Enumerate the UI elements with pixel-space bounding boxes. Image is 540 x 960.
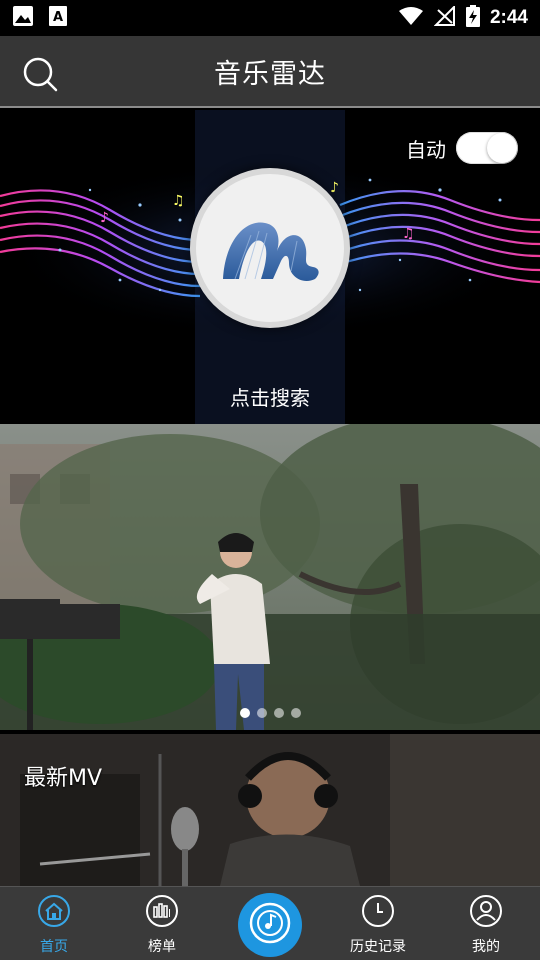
tap-to-search-label[interactable]: 点击搜索 bbox=[0, 382, 540, 411]
nav-charts-label: 榜单 bbox=[148, 939, 176, 955]
nav-charts[interactable]: 榜单 bbox=[108, 887, 216, 960]
carousel-dot[interactable] bbox=[239, 708, 250, 718]
svg-text:♫: ♫ bbox=[402, 226, 415, 242]
auto-label: 自动 bbox=[406, 137, 446, 162]
latest-mv-card[interactable]: 最新MV bbox=[0, 734, 540, 886]
latest-mv-label: 最新MV bbox=[24, 766, 103, 791]
user-icon bbox=[469, 894, 503, 932]
nav-profile-label: 我的 bbox=[472, 939, 500, 955]
banner-image bbox=[0, 424, 540, 730]
text-a-icon: A bbox=[48, 5, 68, 31]
carousel-dot[interactable] bbox=[273, 708, 284, 718]
battery-charging-icon bbox=[465, 5, 480, 31]
nav-history[interactable]: 历史记录 bbox=[324, 887, 432, 960]
auto-toggle-row: 自动 bbox=[406, 132, 518, 164]
svg-text:A: A bbox=[53, 10, 63, 25]
radar-hero: ♫ ♪ ♪ ♫ 自动 点击搜索 bbox=[0, 110, 540, 424]
latest-mv-image bbox=[0, 734, 540, 886]
svg-text:♪: ♪ bbox=[100, 210, 109, 226]
search-icon bbox=[20, 57, 60, 98]
chart-bars-icon bbox=[145, 894, 179, 932]
carousel-dot[interactable] bbox=[290, 708, 301, 718]
auto-toggle[interactable] bbox=[456, 132, 518, 164]
nav-history-label: 历史记录 bbox=[350, 939, 406, 955]
banner-carousel[interactable] bbox=[0, 424, 540, 730]
page-title: 音乐雷达 bbox=[214, 58, 326, 90]
carousel-dot[interactable] bbox=[256, 708, 267, 718]
nav-profile[interactable]: 我的 bbox=[432, 887, 540, 960]
nav-home-label: 首页 bbox=[40, 939, 68, 955]
status-time: 2:44 bbox=[489, 7, 528, 28]
nav-radar-button[interactable] bbox=[238, 893, 302, 957]
svg-text:♫: ♫ bbox=[172, 193, 185, 209]
app-header: 音乐雷达 bbox=[0, 36, 540, 108]
status-bar: A 2:44 bbox=[0, 0, 540, 36]
nav-radar[interactable] bbox=[216, 887, 324, 960]
wifi-icon bbox=[398, 6, 424, 30]
toggle-knob bbox=[487, 133, 517, 163]
search-button[interactable] bbox=[20, 54, 60, 94]
clock-icon bbox=[361, 894, 395, 932]
nav-home[interactable]: 首页 bbox=[0, 887, 108, 960]
image-icon bbox=[12, 5, 34, 31]
home-icon bbox=[37, 894, 71, 932]
no-signal-icon bbox=[433, 4, 456, 30]
music-radar-icon bbox=[248, 901, 292, 949]
carousel-indicators bbox=[0, 708, 540, 718]
bottom-navigation: 首页 榜单 历史记录 我的 bbox=[0, 886, 540, 960]
radar-logo-icon bbox=[215, 201, 325, 295]
radar-search-button[interactable] bbox=[190, 168, 350, 328]
svg-text:♪: ♪ bbox=[330, 180, 339, 196]
